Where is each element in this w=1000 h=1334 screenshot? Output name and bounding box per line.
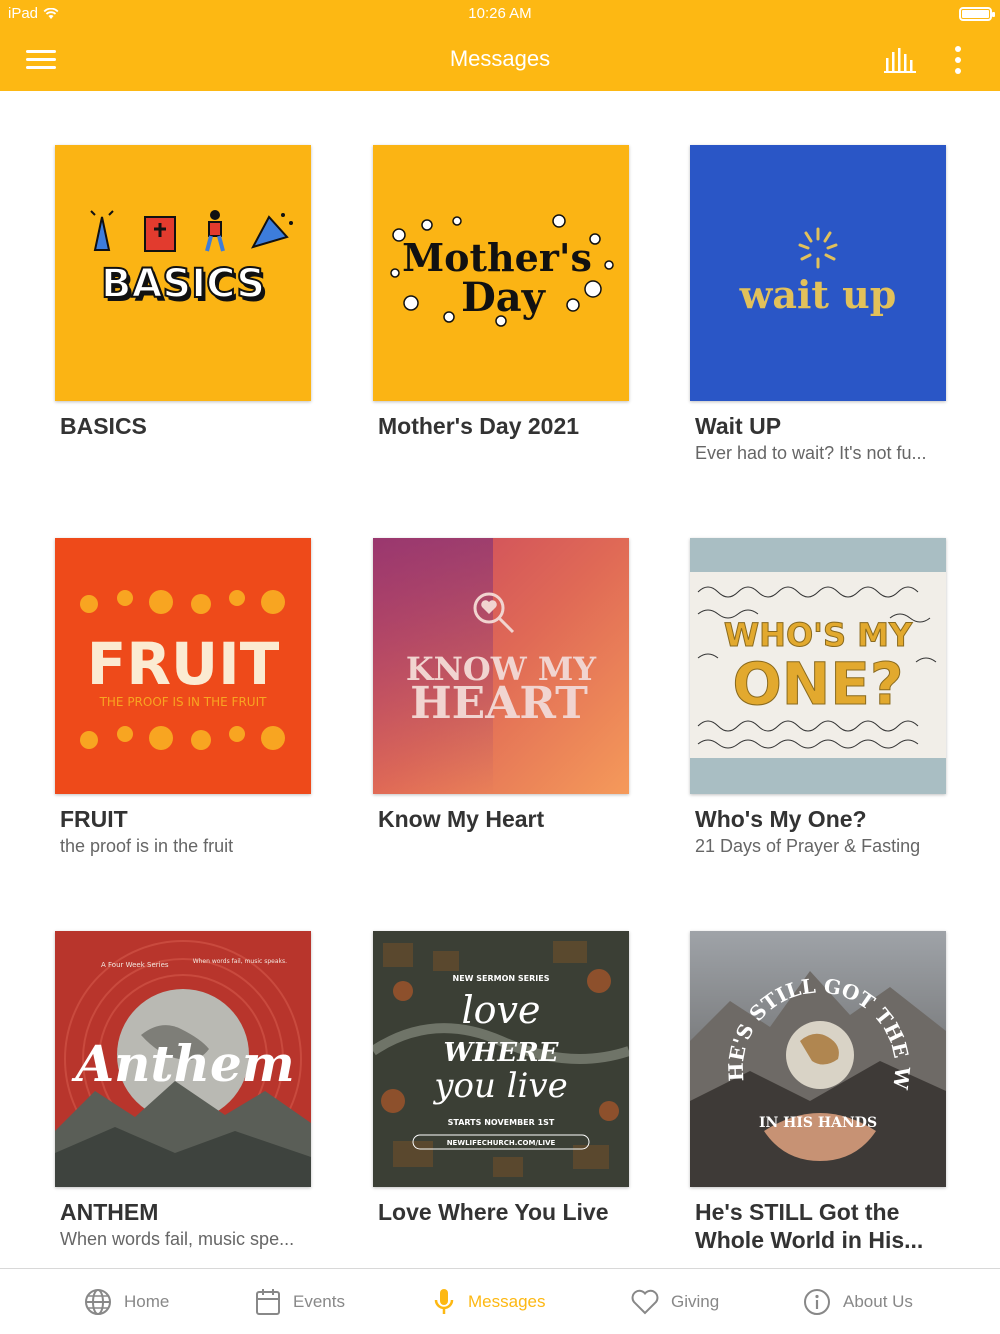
series-artwork: Mother's Day — [373, 145, 629, 401]
tab-home[interactable]: Home — [84, 1269, 169, 1334]
tab-giving[interactable]: Giving — [631, 1269, 719, 1334]
microphone-icon — [434, 1289, 454, 1314]
world-art-hands-text: IN HIS HANDS — [759, 1115, 877, 1131]
page-title: Messages — [449, 46, 551, 71]
whos-art-line2: ONE? — [732, 650, 903, 718]
series-artwork: FRUIT THE PROOF IS IN THE FRUIT — [55, 538, 311, 794]
whos-art-line1: WHO'S MY — [724, 616, 913, 654]
tab-label: Events — [293, 1292, 345, 1311]
globe-icon — [85, 1289, 111, 1315]
anthem-art-title: Anthem — [71, 1034, 294, 1093]
status-bar: iPad 10:26 AM — [0, 0, 1000, 28]
audio-bars-icon[interactable] — [884, 48, 918, 74]
series-artwork: wait up — [690, 145, 946, 401]
heart-icon — [631, 1289, 659, 1315]
series-grid: BASICS BASICS BASICS Mother's Day Mother… — [0, 91, 1000, 1268]
series-card-whos-my-one[interactable]: WHO'S MY ONE? Who's My One? 21 Days of P… — [690, 538, 946, 858]
series-artwork: A Four Week Series When words fail, musi… — [55, 931, 311, 1187]
fruit-art-tagline: THE PROOF IS IN THE FRUIT — [99, 695, 268, 709]
bible-icon — [144, 216, 176, 252]
series-card-know-my-heart[interactable]: KNOW MY HEART Know My Heart — [373, 538, 629, 833]
series-card-anthem[interactable]: A Four Week Series When words fail, musi… — [55, 931, 311, 1251]
series-card-mothers-day[interactable]: Mother's Day Mother's Day 2021 — [373, 145, 629, 440]
anthem-art-tagline: When words fail, music speaks. — [193, 958, 287, 965]
lwyl-art-line3: you live — [432, 1066, 567, 1106]
series-title: Know My Heart — [378, 806, 545, 832]
lwyl-art-kicker: NEW SERMON SERIES — [453, 974, 550, 983]
basics-art-text: BASICS — [101, 261, 265, 307]
series-subtitle: the proof is in the fruit — [60, 836, 234, 856]
tab-bar: Home Events Messages Giving About Us — [0, 1268, 1000, 1334]
series-artwork: HE'S STILL GOT THE WHOLE IN HIS HANDS — [690, 931, 946, 1187]
series-card-wait-up[interactable]: wait up Wait UP Ever had to wait? It's n… — [690, 145, 946, 465]
series-title: Who's My One? — [695, 806, 867, 832]
series-artwork: BASICS BASICS — [55, 145, 311, 401]
series-card-basics[interactable]: BASICS BASICS BASICS — [55, 145, 311, 440]
calendar-icon — [256, 1289, 280, 1315]
series-card-love-where-you-live[interactable]: NEW SERMON SERIES love WHERE you live ST… — [373, 931, 629, 1226]
fruit-artwork: FRUIT THE PROOF IS IN THE FRUIT — [55, 538, 311, 794]
series-title: FRUIT — [60, 806, 128, 832]
more-options-icon[interactable] — [948, 44, 968, 76]
series-title: Love Where You Live — [378, 1199, 609, 1225]
series-artwork: NEW SERMON SERIES love WHERE you live ST… — [373, 931, 629, 1187]
basics-artwork: BASICS BASICS — [55, 145, 311, 401]
tab-about-us[interactable]: About Us — [803, 1269, 913, 1334]
series-title: ANTHEM — [60, 1199, 159, 1225]
anthem-art-series-label: A Four Week Series — [101, 961, 169, 969]
series-card-whole-world[interactable]: HE'S STILL GOT THE WHOLE IN HIS HANDS He… — [690, 931, 946, 1254]
series-title: BASICS — [60, 413, 147, 439]
battery-icon — [959, 7, 995, 21]
mothers-art-line2: Day — [461, 274, 547, 321]
lwyl-art-line1: love — [462, 988, 541, 1032]
top-bar: iPad 10:26 AM Messages — [0, 0, 1000, 91]
series-subtitle: 21 Days of Prayer & Fasting — [695, 836, 921, 856]
whos-my-one-artwork: WHO'S MY ONE? — [690, 538, 946, 794]
wait-up-artwork: wait up — [690, 145, 946, 401]
kmh-art-line2: HEART — [410, 678, 588, 729]
series-artwork: WHO'S MY ONE? — [690, 538, 946, 794]
lwyl-art-url: NEWLIFECHURCH.COM/LIVE — [447, 1139, 556, 1147]
tab-messages[interactable]: Messages — [432, 1269, 545, 1334]
info-icon — [804, 1289, 830, 1315]
series-title: Wait UP — [695, 413, 782, 439]
tab-label: Home — [124, 1292, 170, 1311]
series-title: Mother's Day 2021 — [378, 413, 580, 439]
fruit-art-title: FRUIT — [87, 630, 280, 698]
tab-label: Giving — [671, 1292, 720, 1311]
love-where-you-live-artwork: NEW SERMON SERIES love WHERE you live ST… — [373, 931, 629, 1187]
series-subtitle: When words fail, music spe... — [60, 1229, 295, 1249]
anthem-artwork: A Four Week Series When words fail, musi… — [55, 931, 311, 1187]
lwyl-art-line2: WHERE — [443, 1038, 559, 1068]
header: Messages — [0, 28, 1000, 91]
wait-up-art-text: wait up — [739, 272, 897, 317]
whole-world-artwork: HE'S STILL GOT THE WHOLE IN HIS HANDS — [690, 931, 946, 1187]
tab-events[interactable]: Events — [255, 1269, 345, 1334]
series-card-fruit[interactable]: FRUIT THE PROOF IS IN THE FRUIT FRUIT th… — [55, 538, 311, 858]
mothers-day-artwork: Mother's Day — [373, 145, 629, 401]
status-time: 10:26 AM — [468, 5, 532, 22]
series-artwork: KNOW MY HEART — [373, 538, 629, 794]
series-title: He's STILL Got the Whole World in His... — [695, 1199, 924, 1253]
series-subtitle: Ever had to wait? It's not fu... — [695, 443, 927, 463]
lwyl-art-date: STARTS NOVEMBER 1ST — [448, 1118, 555, 1127]
tab-label: Messages — [468, 1292, 546, 1311]
tab-label: About Us — [843, 1292, 913, 1311]
know-my-heart-artwork: KNOW MY HEART — [373, 538, 629, 794]
